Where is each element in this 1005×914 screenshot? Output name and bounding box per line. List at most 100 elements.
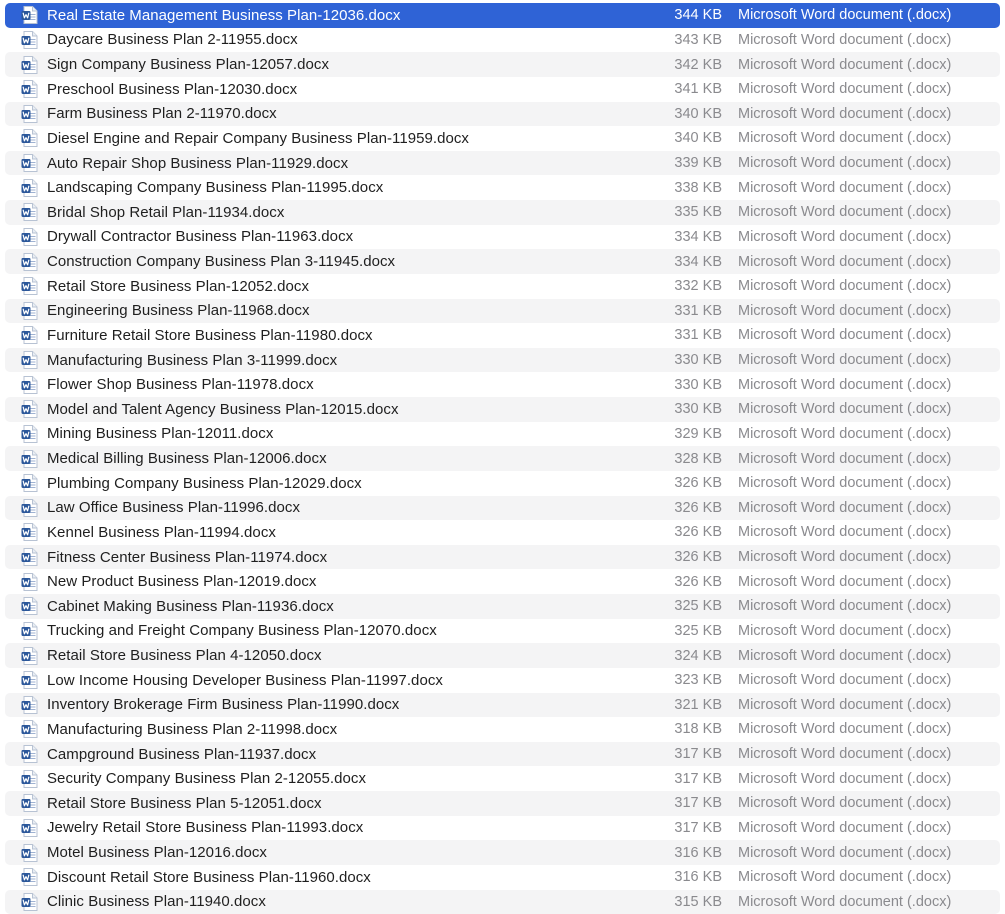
file-kind: Microsoft Word document (.docx) <box>738 795 952 812</box>
file-row[interactable]: Cabinet Making Business Plan-11936.docx … <box>5 594 1000 619</box>
file-row[interactable]: Diesel Engine and Repair Company Busines… <box>5 126 1000 151</box>
file-size: 328 KB <box>674 450 722 467</box>
file-row[interactable]: Inventory Brokerage Firm Business Plan-1… <box>5 692 1000 718</box>
file-row[interactable]: Fitness Center Business Plan-11974.docx … <box>5 544 1000 570</box>
file-kind: Microsoft Word document (.docx) <box>738 228 952 245</box>
word-document-icon <box>21 671 38 690</box>
word-document-icon <box>21 129 38 148</box>
file-name: Construction Company Business Plan 3-119… <box>47 253 396 271</box>
file-name: Manufacturing Business Plan 2-11998.docx <box>47 720 338 738</box>
file-size: 324 KB <box>674 647 722 664</box>
file-kind: Microsoft Word document (.docx) <box>738 302 952 319</box>
file-row[interactable]: Bridal Shop Retail Plan-11934.docx 335 K… <box>5 200 1000 225</box>
file-size: 316 KB <box>674 844 722 861</box>
file-row[interactable]: Discount Retail Store Business Plan-1196… <box>5 865 1000 890</box>
file-name: Daycare Business Plan 2-11955.docx <box>47 31 298 49</box>
file-size: 326 KB <box>674 524 722 541</box>
file-kind: Microsoft Word document (.docx) <box>738 425 952 442</box>
file-row[interactable]: Preschool Business Plan-12030.docx 341 K… <box>5 77 1000 102</box>
file-row[interactable]: Medical Billing Business Plan-12006.docx… <box>5 446 1000 471</box>
file-row[interactable]: Clinic Business Plan-11940.docx 315 KB M… <box>5 889 1000 914</box>
file-row[interactable]: Trucking and Freight Company Business Pl… <box>5 619 1000 644</box>
file-row[interactable]: Kennel Business Plan-11994.docx 326 KB M… <box>5 520 1000 545</box>
file-kind: Microsoft Word document (.docx) <box>738 253 952 270</box>
file-size: 334 KB <box>674 253 722 270</box>
file-size: 326 KB <box>674 549 722 566</box>
file-name: Sign Company Business Plan-12057.docx <box>47 56 330 74</box>
word-document-icon <box>21 572 38 591</box>
file-size: 335 KB <box>674 204 722 221</box>
file-row[interactable]: Engineering Business Plan-11968.docx 331… <box>5 298 1000 324</box>
file-row[interactable]: Auto Repair Shop Business Plan-11929.doc… <box>5 150 1000 176</box>
file-size: 326 KB <box>674 573 722 590</box>
word-document-icon <box>21 449 38 468</box>
file-size: 321 KB <box>674 696 722 713</box>
file-size: 330 KB <box>674 352 722 369</box>
file-size: 316 KB <box>674 869 722 886</box>
word-document-icon <box>21 154 38 173</box>
file-row[interactable]: Jewelry Retail Store Business Plan-11993… <box>5 816 1000 841</box>
file-row[interactable]: New Product Business Plan-12019.docx 326… <box>5 569 1000 594</box>
file-row[interactable]: Campground Business Plan-11937.docx 317 … <box>5 741 1000 767</box>
file-name: Discount Retail Store Business Plan-1196… <box>47 868 371 886</box>
file-name: Farm Business Plan 2-11970.docx <box>47 105 277 123</box>
word-document-icon <box>21 523 38 542</box>
file-row[interactable]: Motel Business Plan-12016.docx 316 KB Mi… <box>5 840 1000 865</box>
file-row[interactable]: Flower Shop Business Plan-11978.docx 330… <box>5 372 1000 397</box>
file-kind: Microsoft Word document (.docx) <box>738 844 952 861</box>
file-name: Trucking and Freight Company Business Pl… <box>47 622 437 640</box>
file-size: 329 KB <box>674 425 722 442</box>
word-document-icon <box>21 6 38 25</box>
file-list[interactable]: Real Estate Management Business Plan-120… <box>0 0 1005 914</box>
file-name: Auto Repair Shop Business Plan-11929.doc… <box>47 154 349 172</box>
file-row[interactable]: Real Estate Management Business Plan-120… <box>5 3 1000 28</box>
file-row[interactable]: Security Company Business Plan 2-12055.d… <box>5 766 1000 791</box>
word-document-icon <box>21 326 38 345</box>
file-kind: Microsoft Word document (.docx) <box>738 770 952 787</box>
file-row[interactable]: Furniture Retail Store Business Plan-119… <box>5 323 1000 348</box>
file-row[interactable]: Drywall Contractor Business Plan-11963.d… <box>5 225 1000 250</box>
file-row[interactable]: Retail Store Business Plan 5-12051.docx … <box>5 791 1000 816</box>
file-kind: Microsoft Word document (.docx) <box>738 450 952 467</box>
file-kind: Microsoft Word document (.docx) <box>738 549 952 566</box>
file-row[interactable]: Plumbing Company Business Plan-12029.doc… <box>5 471 1000 496</box>
file-row[interactable]: Manufacturing Business Plan 2-11998.docx… <box>5 717 1000 742</box>
file-size: 326 KB <box>674 499 722 516</box>
file-kind: Microsoft Word document (.docx) <box>738 401 952 418</box>
word-document-icon <box>21 892 38 911</box>
file-size: 342 KB <box>674 56 722 73</box>
file-row[interactable]: Sign Company Business Plan-12057.docx 34… <box>5 52 1000 77</box>
file-row[interactable]: Farm Business Plan 2-11970.docx 340 KB M… <box>5 101 1000 127</box>
file-row[interactable]: Manufacturing Business Plan 3-11999.docx… <box>5 347 1000 373</box>
file-kind: Microsoft Word document (.docx) <box>738 524 952 541</box>
file-size: 334 KB <box>674 228 722 245</box>
file-kind: Microsoft Word document (.docx) <box>738 376 952 393</box>
file-kind: Microsoft Word document (.docx) <box>738 7 952 24</box>
file-size: 344 KB <box>674 7 722 24</box>
file-row[interactable]: Mining Business Plan-12011.docx 329 KB M… <box>5 422 1000 447</box>
file-row[interactable]: Construction Company Business Plan 3-119… <box>5 249 1000 274</box>
file-kind: Microsoft Word document (.docx) <box>738 105 952 122</box>
file-row[interactable]: Law Office Business Plan-11996.docx 326 … <box>5 495 1000 521</box>
file-name: Landscaping Company Business Plan-11995.… <box>47 179 384 197</box>
file-size: 325 KB <box>674 598 722 615</box>
file-row[interactable]: Model and Talent Agency Business Plan-12… <box>5 397 1000 422</box>
file-name: Real Estate Management Business Plan-120… <box>47 6 401 24</box>
file-size: 318 KB <box>674 721 722 738</box>
file-name: Fitness Center Business Plan-11974.docx <box>47 548 328 566</box>
word-document-icon <box>21 794 38 813</box>
word-document-icon <box>21 868 38 887</box>
word-document-icon <box>21 474 38 493</box>
file-name: Motel Business Plan-12016.docx <box>47 844 267 862</box>
file-row[interactable]: Daycare Business Plan 2-11955.docx 343 K… <box>5 28 1000 53</box>
file-row[interactable]: Retail Store Business Plan 4-12050.docx … <box>5 643 1000 668</box>
file-row[interactable]: Landscaping Company Business Plan-11995.… <box>5 175 1000 200</box>
file-name: Diesel Engine and Repair Company Busines… <box>47 129 469 147</box>
file-row[interactable]: Retail Store Business Plan-12052.docx 33… <box>5 274 1000 299</box>
file-name: Engineering Business Plan-11968.docx <box>47 302 310 320</box>
file-row[interactable]: Low Income Housing Developer Business Pl… <box>5 668 1000 693</box>
file-kind: Microsoft Word document (.docx) <box>738 179 952 196</box>
word-document-icon <box>21 498 38 517</box>
word-document-icon <box>21 720 38 739</box>
file-kind: Microsoft Word document (.docx) <box>738 721 952 738</box>
